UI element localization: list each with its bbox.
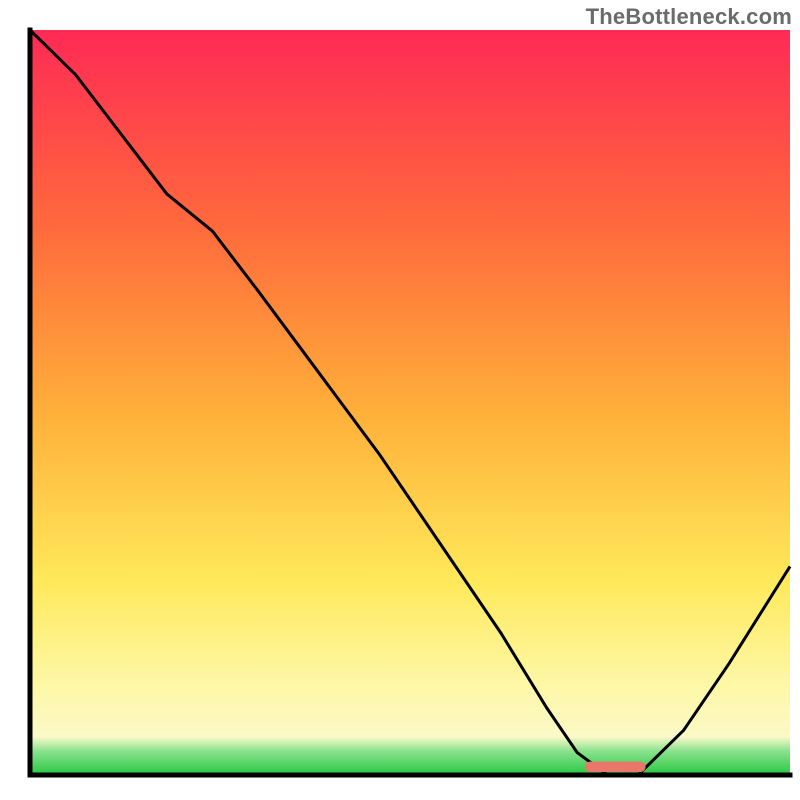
- bottleneck-chart: [0, 0, 800, 800]
- chart-container: TheBottleneck.com: [0, 0, 800, 800]
- optimal-marker: [585, 762, 646, 772]
- watermark-text: TheBottleneck.com: [586, 4, 792, 30]
